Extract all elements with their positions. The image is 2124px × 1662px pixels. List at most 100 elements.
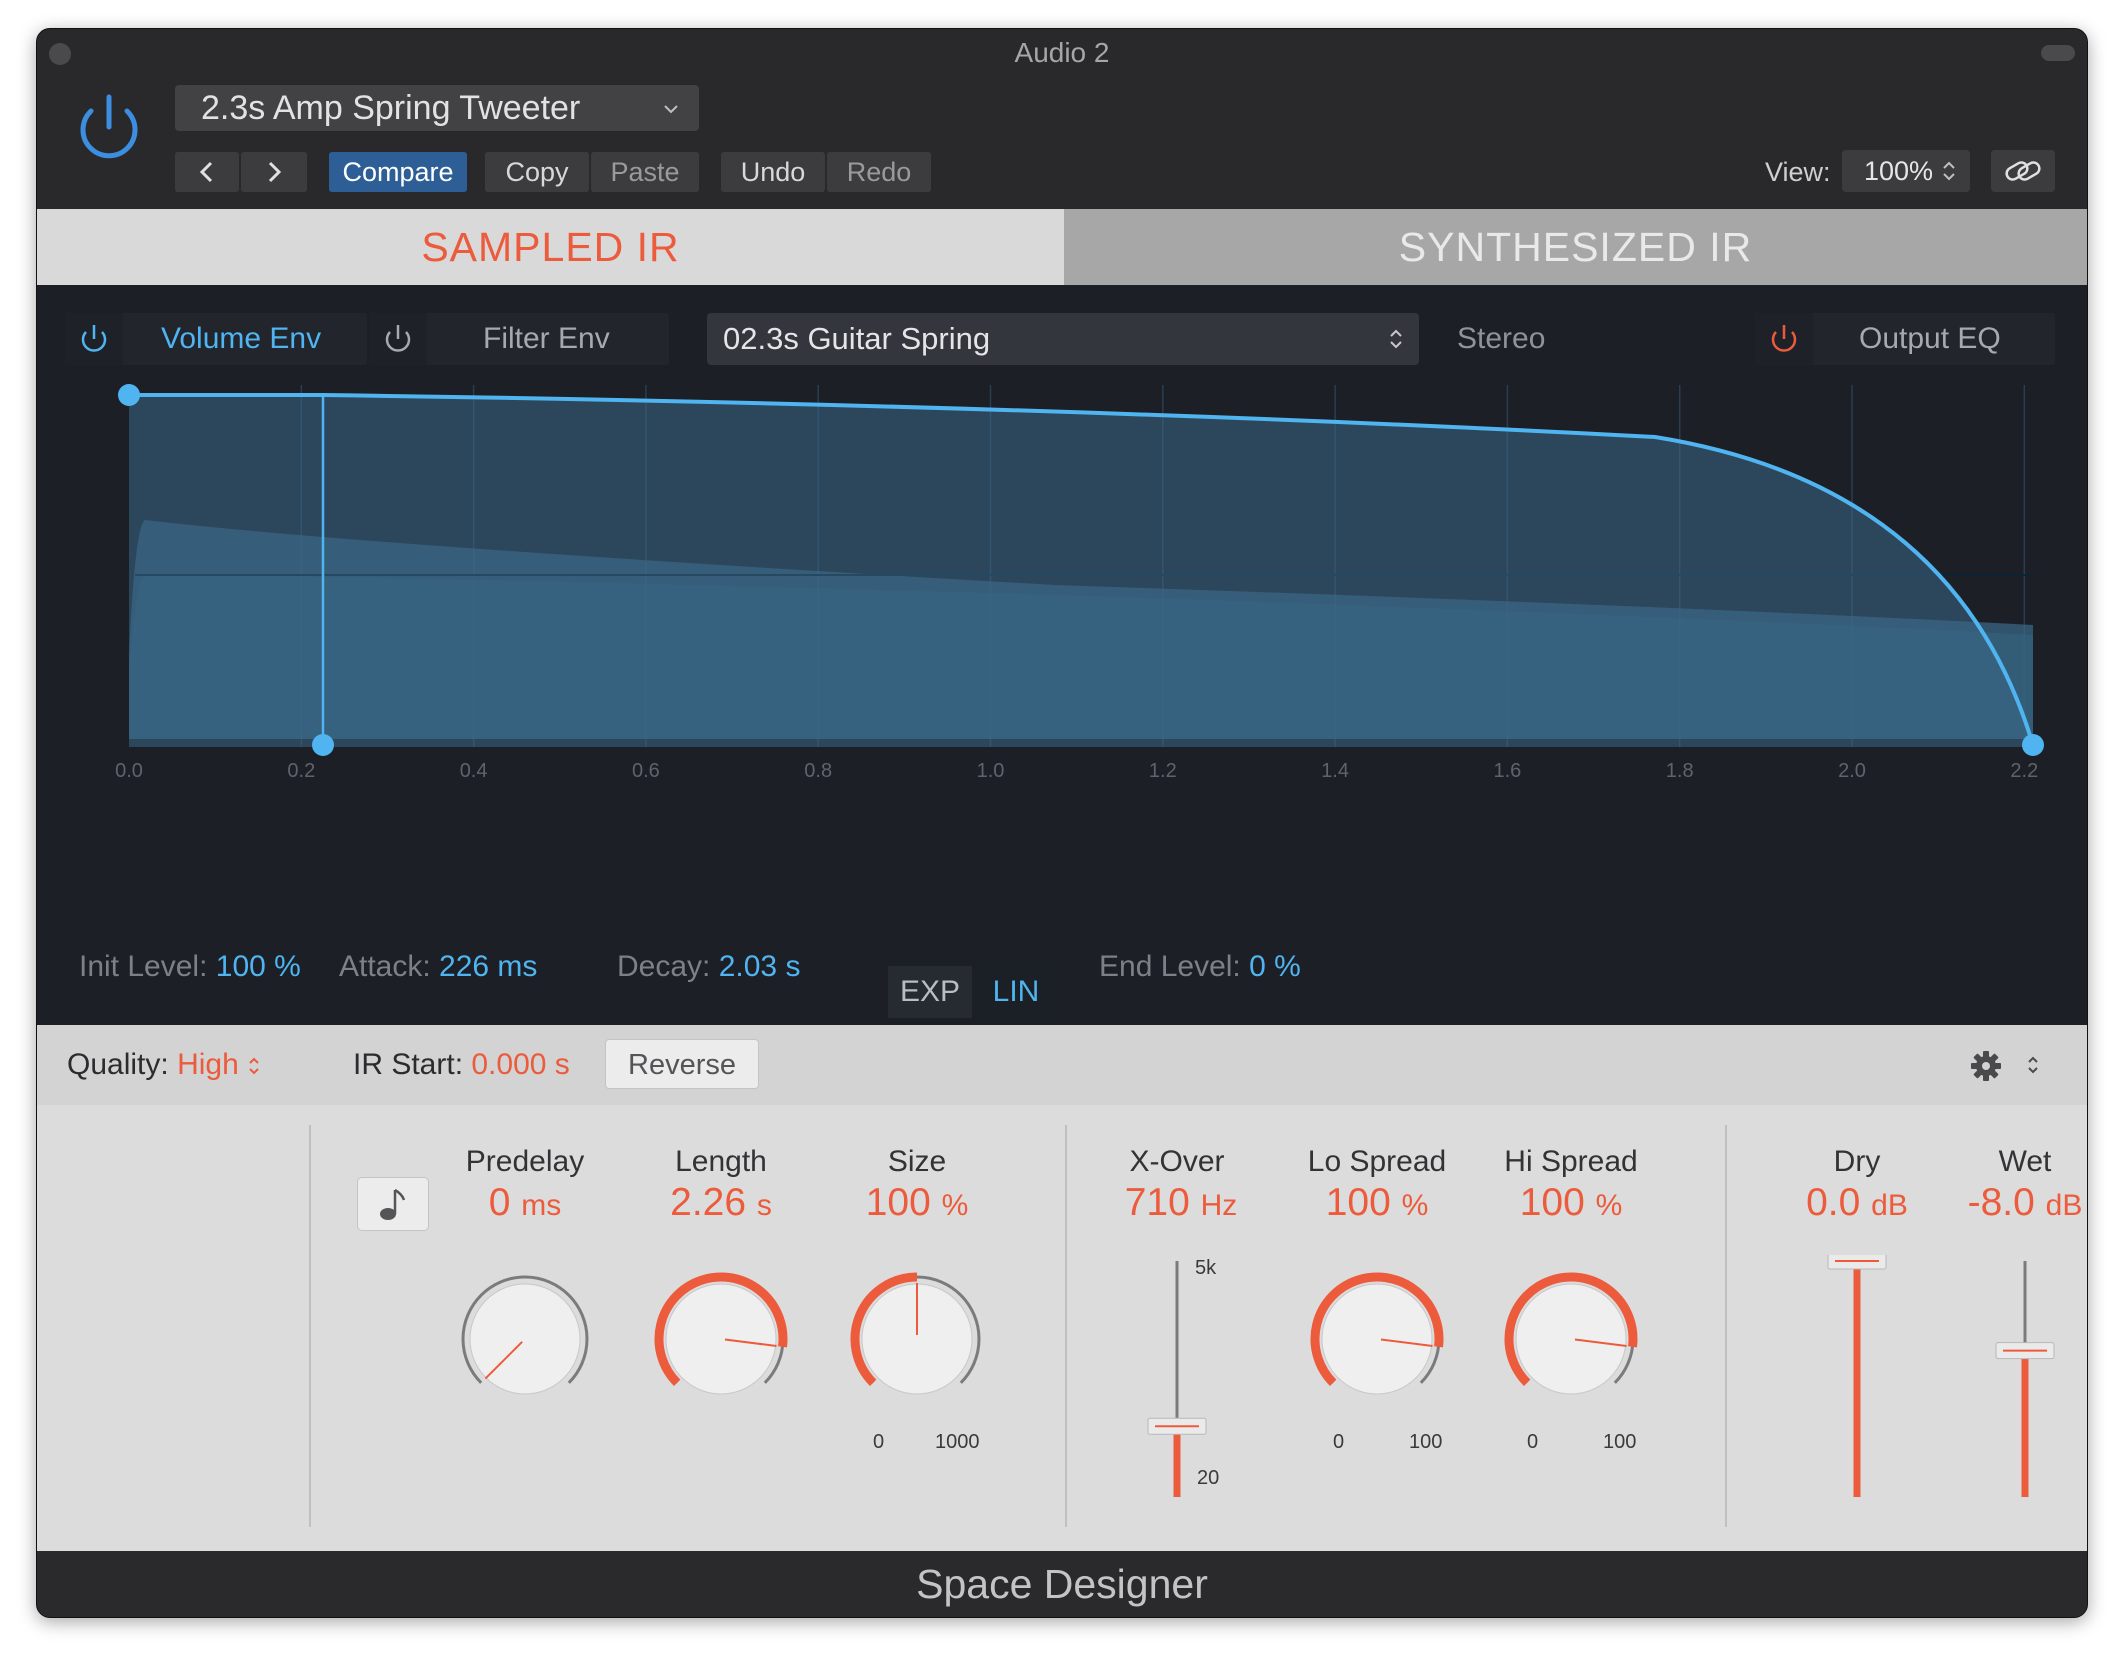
knob-body [1321, 1283, 1433, 1395]
ir-start-param[interactable]: IR Start: 0.000 s [353, 1025, 570, 1105]
ir-start-label: IR Start: [353, 1048, 464, 1081]
gear-icon[interactable] [1969, 1049, 2003, 1083]
title-bar: Audio 2 2.3s Amp Spring Tweeter Compare … [37, 29, 2087, 209]
tab-synthesized-ir[interactable]: SYNTHESIZED IR [1064, 209, 2087, 285]
ir-sample-select[interactable]: 02.3s Guitar Spring [707, 313, 1419, 365]
copy-button[interactable]: Copy [485, 152, 589, 192]
wet-label: Wet [1998, 1145, 2052, 1178]
decay-value[interactable]: 2.03 s [719, 950, 801, 983]
lo-spread-value[interactable]: 100 % [1277, 1181, 1477, 1225]
time-tick-label: 0.2 [287, 760, 315, 782]
length-knob[interactable] [651, 1269, 791, 1409]
power-icon [81, 325, 107, 352]
attack-value[interactable]: 226 ms [439, 950, 537, 983]
dry-fader[interactable] [1827, 1255, 1887, 1505]
time-tick-label: 1.8 [1666, 760, 1694, 782]
wet-fader[interactable] [1995, 1255, 2055, 1505]
music-note-icon [380, 1188, 406, 1220]
init-level-value[interactable]: 100 % [216, 950, 301, 983]
time-tick-label: 1.6 [1493, 760, 1521, 782]
length-value[interactable]: 2.26 s [621, 1181, 821, 1225]
volume-env-button[interactable]: Volume Env [65, 313, 367, 365]
paste-button[interactable]: Paste [591, 152, 699, 192]
hi-spread-label: Hi Spread [1504, 1145, 1638, 1178]
link-button[interactable] [1991, 150, 2055, 192]
quality-param[interactable]: Quality: High [67, 1025, 261, 1105]
size-value[interactable]: 100 % [817, 1181, 1017, 1225]
hi-spread-knob[interactable] [1501, 1269, 1641, 1409]
time-tick-label: 0.8 [804, 760, 832, 782]
xover-fader[interactable] [1147, 1255, 1207, 1505]
chevron-right-icon [268, 161, 282, 183]
end-level-value[interactable]: 0 % [1249, 950, 1301, 983]
wet-value[interactable]: -8.0 dB [1925, 1181, 2087, 1225]
envelope-graph[interactable]: 0.0 0.2 0.4 0.6 0.8 1.0 1.2 1.4 1.6 1.8 2.0 2.2 [55, 375, 2055, 905]
time-tick-label: 0.4 [460, 760, 488, 782]
view-label: View: [1765, 157, 1831, 187]
reverse-button[interactable]: Reverse [605, 1039, 759, 1089]
power-icon [1771, 325, 1797, 352]
undo-button[interactable]: Undo [721, 152, 825, 192]
power-icon [385, 325, 411, 352]
redo-button[interactable]: Redo [827, 152, 931, 192]
compare-button[interactable]: Compare [329, 152, 467, 192]
filter-env-power[interactable] [369, 313, 427, 365]
divider [1065, 1125, 1067, 1527]
stepper-icon [1390, 329, 1402, 349]
filter-env-button[interactable]: Filter Env [369, 313, 669, 365]
chevron-left-icon [199, 161, 213, 183]
end-level-param[interactable]: End Level: 0 % [1099, 945, 1301, 989]
ir-sample-name: 02.3s Guitar Spring [723, 321, 991, 356]
predelay-label: Predelay [465, 1145, 585, 1178]
lin-button[interactable]: LIN [974, 966, 1058, 1018]
filter-env-label: Filter Env [483, 322, 610, 355]
tempo-sync-button[interactable] [357, 1177, 429, 1231]
predelay-value[interactable]: 0 ms [425, 1181, 625, 1225]
view-zoom-select[interactable]: 100% [1842, 150, 1970, 192]
ir-mode-tabs: SAMPLED IR SYNTHESIZED IR [37, 209, 2087, 285]
init-level-param[interactable]: Init Level: 100 % [79, 945, 301, 989]
window-resize-pill[interactable] [2041, 45, 2075, 61]
exp-button[interactable]: EXP [888, 966, 972, 1018]
lo-spread-label: Lo Spread [1307, 1145, 1447, 1178]
volume-env-power[interactable] [65, 313, 123, 365]
quality-label: Quality: [67, 1048, 169, 1081]
time-tick-label: 0.6 [632, 760, 660, 782]
size-label: Size [887, 1145, 947, 1178]
ir-start-value[interactable]: 0.000 s [471, 1048, 569, 1081]
size-knob[interactable] [847, 1269, 987, 1409]
lo-spread-min-label: 0 [1333, 1431, 1345, 1453]
settings-stepper-icon[interactable] [2025, 1053, 2041, 1077]
stepper-icon [249, 1057, 259, 1075]
next-preset-button[interactable] [241, 152, 307, 192]
volume-env-label: Volume Env [161, 322, 322, 355]
init-level-handle[interactable] [118, 384, 140, 406]
plugin-name-footer: Space Designer [37, 1551, 2087, 1617]
lo-spread-knob[interactable] [1307, 1269, 1447, 1409]
stepper-icon [1943, 161, 1955, 181]
time-tick-label: 1.4 [1321, 760, 1349, 782]
output-eq-button[interactable]: Output EQ [1755, 313, 2055, 365]
attack-param[interactable]: Attack: 226 ms [339, 945, 537, 989]
time-tick-label: 1.2 [1149, 760, 1177, 782]
previous-preset-button[interactable] [175, 152, 239, 192]
output-eq-power[interactable] [1755, 313, 1813, 365]
tab-sampled-ir[interactable]: SAMPLED IR [37, 209, 1064, 285]
quality-bar: Quality: High IR Start: 0.000 s Reverse [37, 1025, 2087, 1106]
decay-label: Decay: [617, 950, 711, 983]
quality-value[interactable]: High [177, 1048, 239, 1081]
decay-param[interactable]: Decay: 2.03 s [617, 945, 800, 989]
view-zoom-value: 100% [1864, 156, 1934, 186]
attack-handle[interactable] [312, 734, 334, 756]
end-level-handle[interactable] [2022, 734, 2044, 756]
preset-menu[interactable]: 2.3s Amp Spring Tweeter [175, 85, 699, 131]
hi-spread-max-label: 100 [1603, 1431, 1637, 1453]
predelay-knob[interactable] [455, 1269, 595, 1409]
plugin-window: Audio 2 2.3s Amp Spring Tweeter Compare … [36, 28, 2088, 1618]
plugin-power-icon[interactable] [69, 89, 149, 169]
init-level-label: Init Level: [79, 950, 208, 983]
time-tick-label: 2.2 [2010, 760, 2038, 782]
xover-value[interactable]: 710 Hz [1081, 1181, 1281, 1225]
hi-spread-value[interactable]: 100 % [1471, 1181, 1671, 1225]
time-axis: 0.0 0.2 0.4 0.6 0.8 1.0 1.2 1.4 1.6 1.8 2.0 2.2 [115, 760, 2038, 782]
